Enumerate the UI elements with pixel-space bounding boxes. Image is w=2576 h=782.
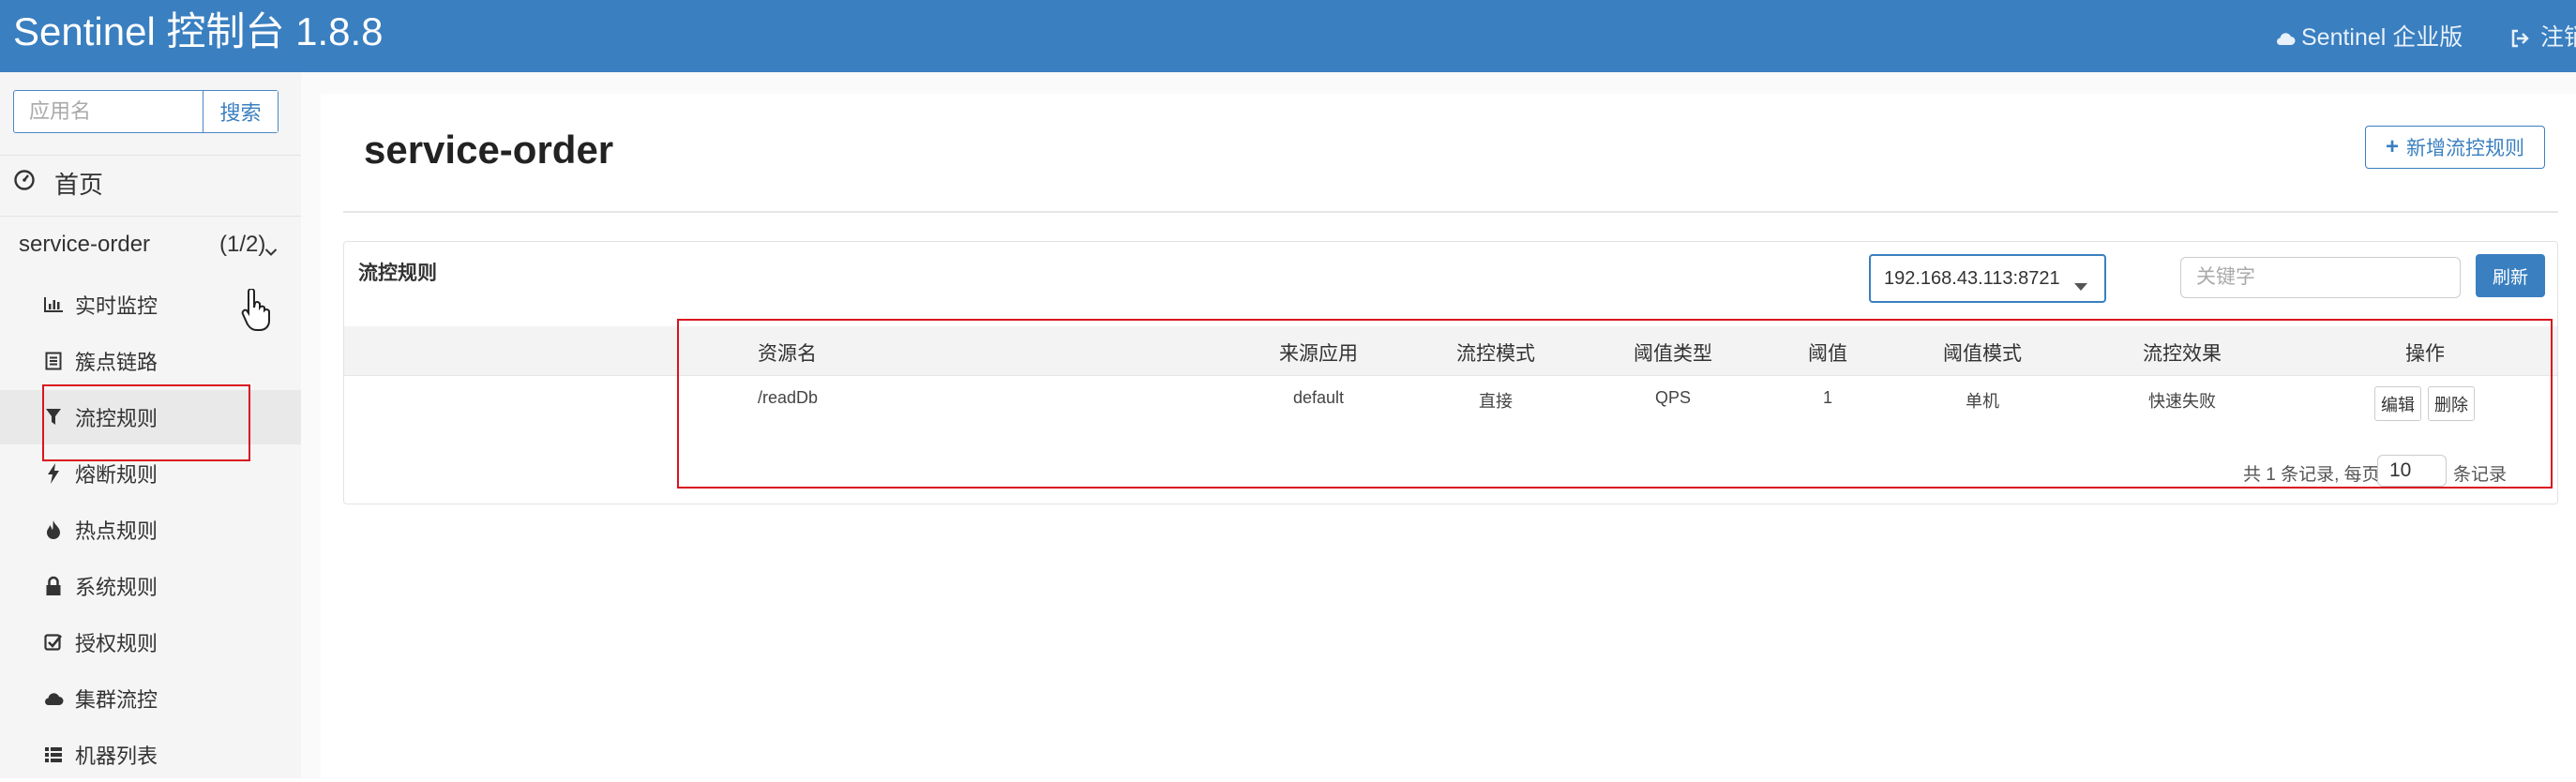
column-header-limit-app[interactable]: 来源应用 [1279,338,1358,367]
delete-button[interactable]: 删除 [2428,386,2475,421]
sidebar-item-cluster-flow[interactable]: 集群流控 [0,671,301,726]
edit-button[interactable]: 编辑 [2374,386,2421,421]
sidebar-item-authority-rules[interactable]: 授权规则 [0,615,301,669]
app-brand-title[interactable]: Sentinel 控制台 1.8.8 [13,8,384,56]
column-header-grade[interactable]: 阈值类型 [1634,338,1712,367]
add-flow-rule-label: 新增流控规则 [2406,138,2524,159]
flash-icon [43,463,64,484]
pager-total-text: 共 1 条记录, 每页 [2243,465,2380,485]
column-header-operation: 操作 [2405,343,2445,365]
caret-down-icon [2074,276,2087,297]
cell-cluster-mode: 单机 [1966,392,1999,411]
top-navbar: Sentinel 控制台 1.8.8 Sentinel 企业版 注销 [0,0,2576,72]
cell-count: 1 [1822,388,1833,407]
sidebar: 搜索 首页 service-order (1/2) 实时监控 簇点链路 流控规则… [0,72,301,778]
title-divider [343,211,2558,213]
sign-out-icon [2509,24,2540,51]
sidebar-item-machine-list[interactable]: 机器列表 [0,728,301,782]
cell-limit-app: default [1292,388,1345,407]
menu-label: 簇点链路 [75,351,158,374]
column-header-strategy[interactable]: 流控模式 [1456,338,1535,367]
sidebar-item-param-flow-rules[interactable]: 热点规则 [0,503,301,557]
sidebar-item-flow-rules[interactable]: 流控规则 [0,390,301,444]
column-header-resource[interactable]: 资源名 [758,338,817,367]
machine-select[interactable]: 192.168.43.113:8721 [1869,254,2106,303]
menu-label: 熔断规则 [75,463,158,487]
plus-icon: + [2385,134,2399,159]
cloud-icon [43,688,64,709]
check-icon [43,632,64,653]
logout-link[interactable]: 注销 [2509,19,2576,53]
sidebar-item-cluster-link[interactable]: 簇点链路 [0,334,301,388]
pager-suffix-text: 条记录 [2453,465,2508,485]
app-search-input[interactable] [14,91,203,132]
add-flow-rule-button[interactable]: + 新增流控规则 [2365,126,2545,169]
home-label: 首页 [54,171,104,199]
panel-title: 流控规则 [358,263,437,284]
enterprise-link[interactable]: Sentinel 企业版 [2275,19,2463,53]
refresh-button[interactable]: 刷新 [2476,254,2545,297]
page-title: service-order [364,128,614,172]
column-header-cluster-mode[interactable]: 阈值模式 [1943,338,2022,367]
cell-control-behavior: 快速失败 [2148,392,2216,411]
table-header [344,326,2557,375]
menu-label: 集群流控 [75,688,158,712]
cloud-icon [2275,25,2296,53]
list-alt-icon [43,351,64,371]
page-size-input[interactable] [2377,455,2447,487]
sidebar-item-home[interactable]: 首页 [13,166,103,201]
app-name: service-order [19,232,151,257]
app-search-group: 搜索 [13,90,279,133]
filter-icon [43,407,64,428]
fire-icon [43,519,64,540]
sidebar-divider [0,216,301,217]
cell-grade: QPS [1654,388,1692,407]
dashboard-icon [13,169,54,198]
lock-icon [43,576,64,596]
sidebar-item-degrade-rules[interactable]: 熔断规则 [0,446,301,501]
menu-label: 机器列表 [75,744,158,768]
app-machine-count: (1/2) [219,232,266,257]
th-list-icon [43,744,64,765]
menu-label: 流控规则 [75,407,158,430]
table-row-divider [344,375,2557,376]
app-search-button[interactable]: 搜索 [203,91,278,132]
enterprise-label: Sentinel 企业版 [2301,24,2463,51]
sidebar-item-system-rules[interactable]: 系统规则 [0,559,301,613]
menu-label: 系统规则 [75,576,158,599]
menu-label: 热点规则 [75,519,158,543]
cell-resource: /readDb [758,388,819,407]
menu-label: 实时监控 [75,294,158,318]
bar-chart-icon [43,294,64,315]
hand-pointer-cursor-icon [240,288,272,338]
menu-label: 授权规则 [75,632,158,655]
column-header-count[interactable]: 阈值 [1808,338,1847,367]
chevron-down-icon [264,237,278,263]
machine-select-value: 192.168.43.113:8721 [1884,267,2060,289]
cell-strategy: 直接 [1479,392,1513,411]
sidebar-divider [0,155,301,156]
column-header-control-behavior[interactable]: 流控效果 [2143,338,2222,367]
keyword-search-input[interactable] [2180,257,2461,298]
logout-label: 注销 [2539,24,2576,51]
